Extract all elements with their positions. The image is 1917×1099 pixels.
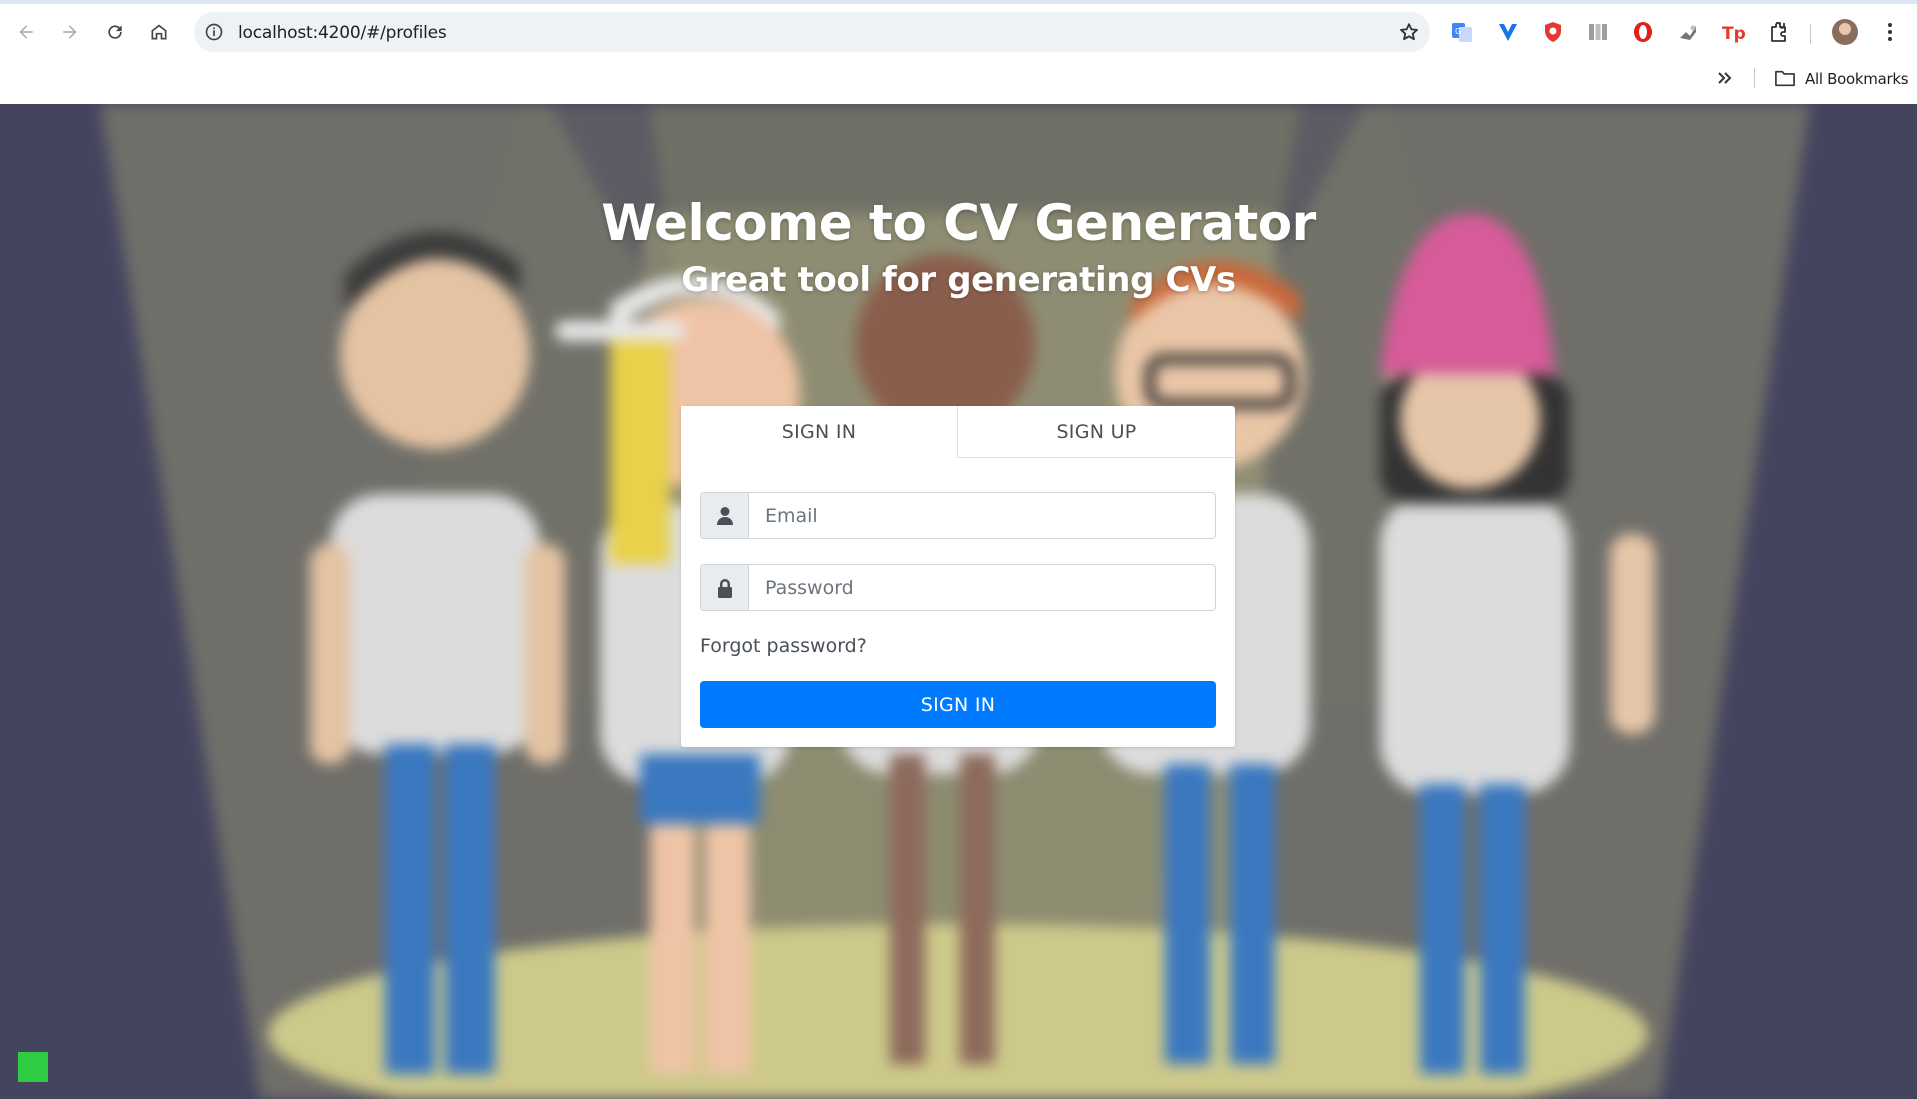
svg-text:G: G — [1455, 27, 1461, 36]
kebab-menu-icon[interactable] — [1876, 18, 1904, 46]
profile-avatar[interactable] — [1832, 19, 1858, 45]
home-icon — [151, 24, 167, 40]
url-text[interactable]: localhost:4200/#/profiles — [238, 23, 447, 43]
bookmark-star-icon[interactable] — [1398, 21, 1420, 43]
password-field[interactable] — [750, 565, 1215, 610]
page-viewport: Welcome to CV Generator Great tool for g… — [0, 104, 1917, 1099]
toolbar-divider — [1810, 24, 1811, 44]
bookmarks-bar: All Bookmarks — [0, 60, 1917, 96]
tab-sign-in[interactable]: SIGN IN — [681, 406, 958, 458]
tp-extension-icon[interactable]: Tp — [1719, 18, 1747, 46]
auth-tabs: SIGN IN SIGN UP — [681, 406, 1235, 458]
email-field[interactable] — [750, 493, 1215, 538]
forgot-password-link[interactable]: Forgot password? — [700, 635, 867, 657]
page-subtitle: Great tool for generating CVs — [681, 260, 1236, 300]
sign-in-button[interactable]: SIGN IN — [700, 681, 1216, 728]
email-addon — [701, 493, 749, 538]
reload-button[interactable] — [97, 14, 133, 50]
chevron-double-right-icon[interactable] — [1713, 66, 1737, 90]
folder-icon[interactable] — [1774, 68, 1796, 88]
lock-icon — [717, 578, 732, 598]
home-button[interactable] — [141, 14, 177, 50]
auth-card: SIGN IN SIGN UP Forgot password? SIGN IN — [681, 406, 1235, 747]
all-bookmarks-link[interactable]: All Bookmarks — [1805, 70, 1909, 88]
user-icon — [716, 506, 733, 525]
arrow-right-icon — [63, 25, 77, 39]
browser-chrome: localhost:4200/#/profiles G Tp All Bookm… — [0, 0, 1917, 104]
page-title: Welcome to CV Generator — [601, 194, 1316, 252]
tab-strip-edge — [0, 0, 1917, 4]
tab-sign-up[interactable]: SIGN UP — [958, 406, 1235, 458]
forward-button[interactable] — [52, 14, 88, 50]
email-input-group — [700, 492, 1216, 539]
shield-extension-icon[interactable] — [1539, 18, 1567, 46]
address-bar[interactable]: localhost:4200/#/profiles — [194, 12, 1430, 52]
reload-icon — [108, 25, 122, 39]
password-input-group — [700, 564, 1216, 611]
info-icon[interactable] — [204, 22, 224, 42]
rocket-extension-icon[interactable] — [1674, 18, 1702, 46]
translate-icon[interactable]: G — [1448, 18, 1476, 46]
password-addon — [701, 565, 749, 610]
hero-section: Welcome to CV Generator Great tool for g… — [0, 194, 1917, 300]
status-indicator — [18, 1052, 48, 1082]
bookmarks-divider — [1754, 68, 1755, 88]
svg-text:Tp: Tp — [1722, 24, 1745, 44]
vpn-extension-icon[interactable] — [1494, 18, 1522, 46]
puzzle-extensions-icon[interactable] — [1765, 18, 1793, 46]
opera-extension-icon[interactable] — [1629, 18, 1657, 46]
arrow-left-icon — [19, 25, 33, 39]
reader-extension-icon[interactable] — [1584, 18, 1612, 46]
back-button[interactable] — [8, 14, 44, 50]
browser-toolbar: localhost:4200/#/profiles G Tp — [0, 8, 1917, 56]
